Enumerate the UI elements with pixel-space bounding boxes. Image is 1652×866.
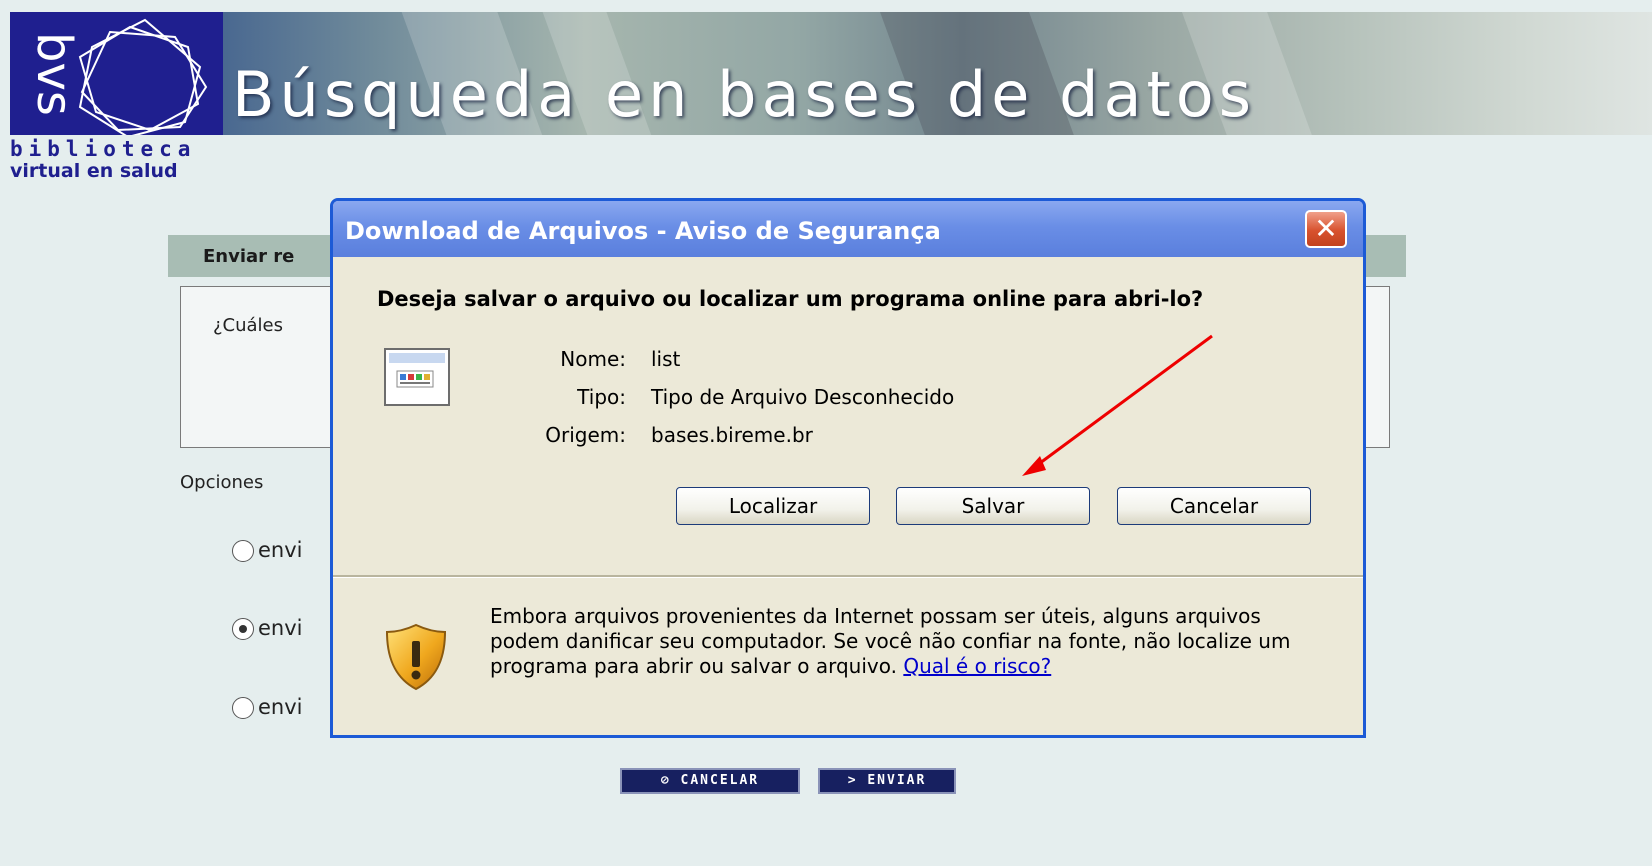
logo-text: bvs	[26, 32, 82, 116]
dialog-question: Deseja salvar o arquivo ou localizar um …	[377, 287, 1204, 311]
radio-label: envi	[258, 538, 303, 562]
radio-button[interactable]	[232, 540, 254, 562]
shield-warning-icon	[385, 623, 447, 691]
risk-link[interactable]: Qual é o risco?	[903, 654, 1051, 678]
warning-text: Embora arquivos provenientes da Internet…	[490, 604, 1291, 678]
question-label: ¿Cuáles	[213, 315, 284, 336]
radio-option-3[interactable]: envi	[232, 695, 303, 719]
type-label: Tipo:	[577, 385, 626, 409]
find-button[interactable]: Localizar	[676, 487, 870, 525]
origin-label: Origem:	[545, 423, 626, 447]
type-value: Tipo de Arquivo Desconhecido	[651, 385, 955, 409]
dialog-title: Download de Arquivos - Aviso de Seguranç…	[345, 217, 941, 245]
form-section-title: Enviar re	[203, 246, 295, 267]
dialog-divider-highlight	[333, 577, 1363, 578]
bvs-logo[interactable]: bvs	[10, 12, 223, 135]
origin-value: bases.bireme.br	[651, 423, 813, 447]
radio-button[interactable]	[232, 697, 254, 719]
form-cancel-button[interactable]: ⊘ CANCELAR	[620, 768, 800, 794]
radio-option-1[interactable]: envi	[232, 538, 303, 562]
radio-label: envi	[258, 616, 303, 640]
radio-label: envi	[258, 695, 303, 719]
brand-line-1: biblioteca	[10, 137, 197, 161]
radio-option-2[interactable]: envi	[232, 616, 303, 640]
brand-line-2: virtual en salud	[10, 160, 178, 182]
warning-message: Embora arquivos provenientes da Internet…	[490, 604, 1320, 679]
name-label: Nome:	[560, 347, 626, 371]
page-title: Búsqueda en bases de datos	[232, 58, 1257, 131]
options-label: Opciones	[180, 472, 264, 493]
unknown-file-icon	[384, 348, 450, 406]
close-icon[interactable]: ✕	[1305, 210, 1347, 248]
radio-button-checked[interactable]	[232, 618, 254, 640]
download-security-dialog: Download de Arquivos - Aviso de Seguranç…	[330, 198, 1366, 738]
form-send-button[interactable]: > ENVIAR	[818, 768, 956, 794]
cancel-button[interactable]: Cancelar	[1117, 487, 1311, 525]
dialog-titlebar[interactable]: Download de Arquivos - Aviso de Seguranç…	[333, 201, 1363, 257]
name-value: list	[651, 347, 681, 371]
save-button[interactable]: Salvar	[896, 487, 1090, 525]
